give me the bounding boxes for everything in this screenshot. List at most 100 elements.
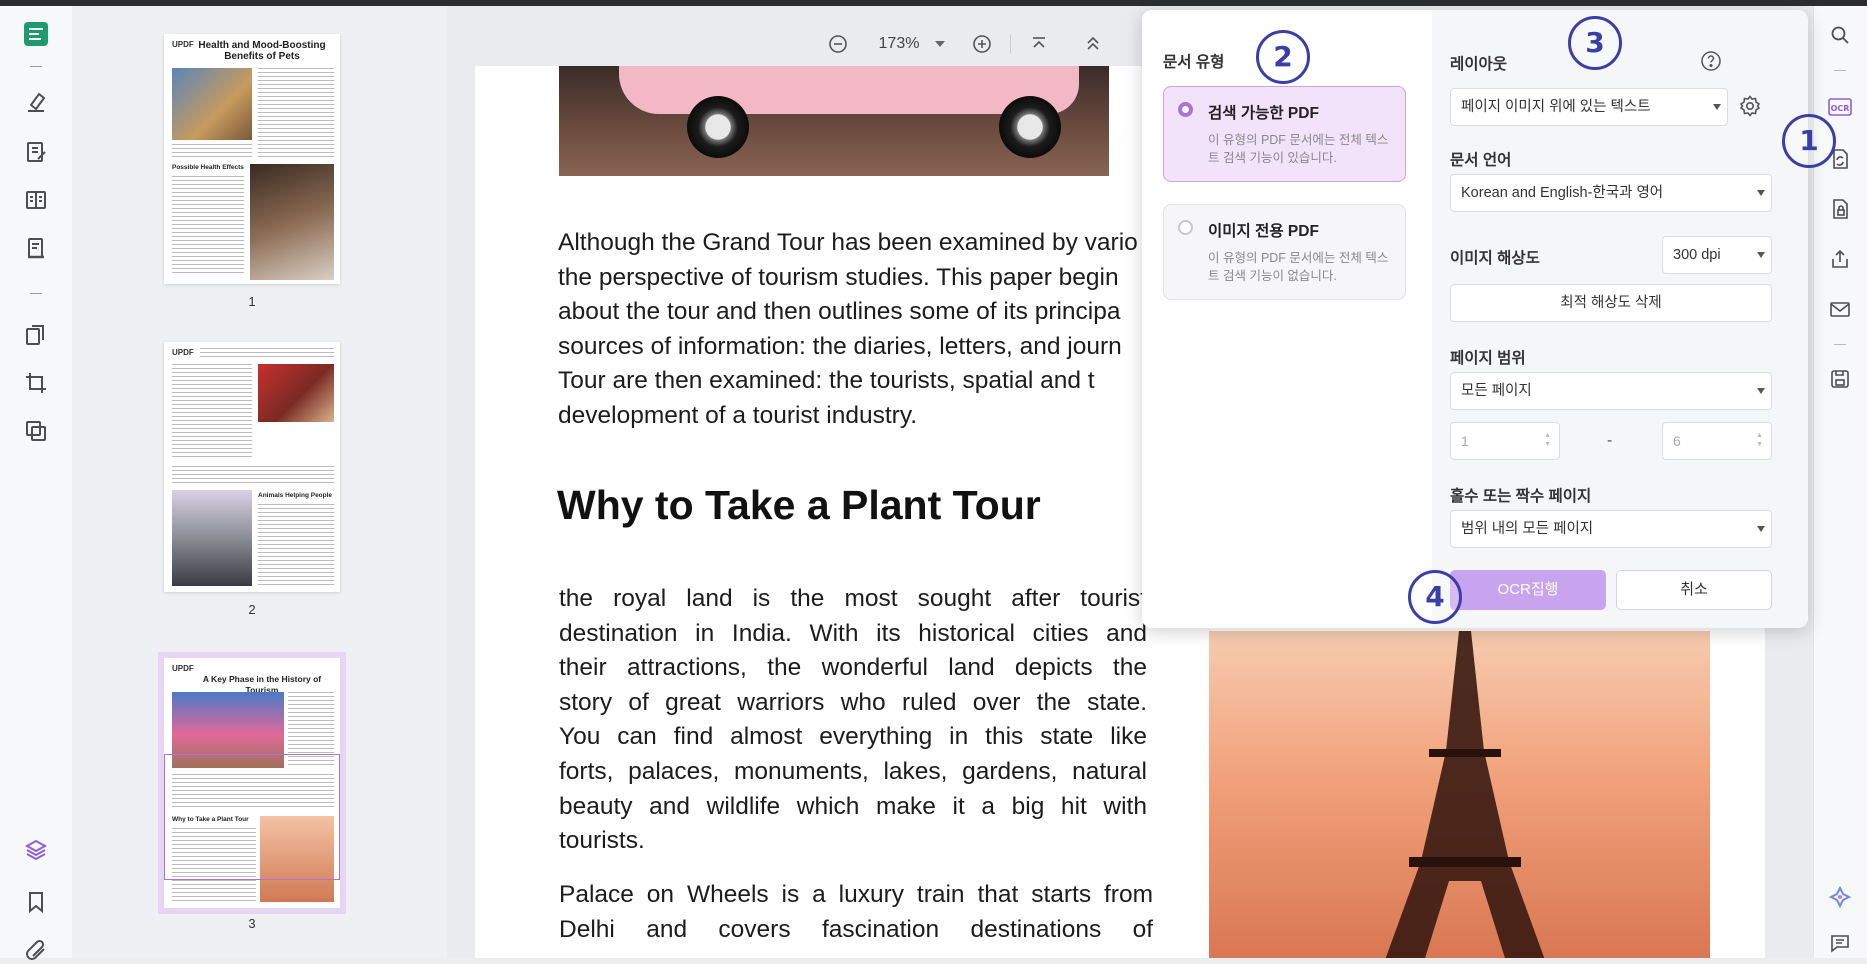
run-ocr-button[interactable]: OCR집행 (1450, 570, 1606, 610)
layout-select[interactable]: 페이지 이미지 위에 있는 텍스트 (1450, 88, 1728, 126)
layout-label: 레이아웃 (1450, 56, 1508, 73)
rail-divider (30, 66, 42, 67)
dog-costume-image (258, 364, 334, 422)
text-block (172, 364, 252, 460)
share-icon[interactable] (1827, 246, 1853, 272)
gear-icon[interactable] (1738, 94, 1762, 123)
viewport-indicator (164, 754, 340, 880)
comment-icon[interactable] (1827, 930, 1853, 956)
cat-image (172, 68, 252, 140)
attachment-icon[interactable] (22, 936, 50, 964)
searchable-pdf-option[interactable]: 검색 가능한 PDF 이 유형의 PDF 문서에는 전체 텍스트 검색 기능이 … (1163, 86, 1406, 182)
text-line: destination in India. With its historica… (559, 619, 1147, 647)
text-block (258, 68, 334, 158)
text-line: story of great warriors who ruled over t… (559, 688, 1147, 716)
radio-button[interactable] (1178, 220, 1193, 235)
zoom-in-button[interactable] (964, 26, 1000, 62)
text-line: Palace on Wheels is a luxury train that … (559, 881, 1153, 908)
paragraph-royal-land: the royal land is the most sought after … (559, 582, 1147, 859)
zoom-level[interactable]: 173% (868, 35, 930, 53)
chevron-down-icon (1757, 388, 1765, 394)
document-language-label: 문서 언어 (1450, 152, 1512, 169)
button-label: 최적 해상도 삭제 (1560, 295, 1662, 311)
image-only-pdf-option[interactable]: 이미지 전용 PDF 이 유형의 PDF 문서에는 전체 텍스트 검색 기능이 … (1163, 204, 1406, 300)
tools-icon[interactable] (22, 417, 50, 445)
page-thumbnail-2[interactable]: UPDF Animals Helping People (164, 342, 340, 592)
thumbnail-subheading: Possible Health Effects (172, 164, 244, 171)
text-block (172, 176, 244, 276)
text-line: Although the Grand Tour has been examine… (558, 229, 1138, 256)
thumbnail-title: Health and Mood-Boosting Benefits of Pet… (198, 40, 326, 62)
range-to-input[interactable]: 6 ▲ ▼ (1662, 422, 1772, 460)
highlighter-icon[interactable] (22, 88, 50, 116)
form-icon[interactable] (22, 186, 50, 214)
resolution-select[interactable]: 300 dpi (1662, 236, 1772, 274)
text-line: the perspective of tourism studies. This… (558, 263, 1119, 291)
rail-divider (1834, 344, 1846, 345)
layout-value: 페이지 이미지 위에 있는 텍스트 (1461, 99, 1651, 115)
text-block (172, 144, 252, 160)
zoom-out-button[interactable] (820, 26, 856, 62)
svg-text:OCR: OCR (1831, 104, 1850, 113)
radio-button-selected[interactable] (1178, 102, 1193, 117)
bookmark-icon[interactable] (22, 888, 50, 916)
rail-divider (1834, 70, 1846, 71)
range-dash: - (1607, 432, 1613, 449)
chevron-down-icon (1757, 252, 1765, 258)
car-wheel (999, 96, 1061, 158)
range-from-input[interactable]: 1 ▲ ▼ (1450, 422, 1560, 460)
page-thumbnail-1[interactable]: UPDF Health and Mood-Boosting Benefits o… (164, 34, 340, 284)
page-number-1: 1 (248, 294, 256, 309)
stepper-arrows-icon[interactable]: ▲ ▼ (1544, 431, 1551, 449)
resolution-value: 300 dpi (1673, 247, 1721, 263)
ai-assistant-icon[interactable] (1827, 884, 1853, 910)
zoom-dropdown-icon[interactable] (930, 26, 950, 62)
sign-icon[interactable] (22, 234, 50, 262)
layers-icon[interactable] (22, 836, 50, 864)
previous-page-button[interactable] (1075, 26, 1111, 62)
image-resolution-label: 이미지 해상도 (1450, 250, 1540, 267)
reader-mode-icon[interactable] (22, 20, 50, 48)
search-icon[interactable] (1827, 22, 1853, 48)
page-range-label: 페이지 범위 (1450, 350, 1526, 367)
ocr-icon[interactable]: OCR (1827, 94, 1853, 120)
callout-marker-3: 3 (1568, 16, 1622, 70)
text-line: the royal land is the most sought after … (559, 585, 1147, 612)
organize-pages-icon[interactable] (22, 321, 50, 349)
cat-flowers-image (172, 490, 252, 586)
text-line: forts, palaces, monuments, lakes, garden… (559, 757, 1147, 785)
text-line: beauty and wildlife which make it a big … (559, 792, 1147, 820)
page-range-select[interactable]: 모든 페이지 (1450, 372, 1772, 410)
paragraph-intro: Although the Grand Tour has been examine… (558, 226, 1138, 434)
option-description: 이 유형의 PDF 문서에는 전체 텍스트 검색 기능이 없습니다. (1208, 251, 1389, 283)
odd-even-label: 홀수 또는 짝수 페이지 (1450, 488, 1592, 505)
save-icon[interactable] (1827, 366, 1853, 392)
thumbnail-panel: UPDF Health and Mood-Boosting Benefits o… (72, 6, 447, 958)
language-select[interactable]: Korean and English-한국과 영어 (1450, 174, 1772, 212)
pink-car-image (559, 66, 1109, 176)
crop-icon[interactable] (22, 369, 50, 397)
cats-image (250, 164, 334, 280)
text-block (258, 504, 334, 588)
first-page-button[interactable] (1021, 26, 1057, 62)
cancel-button[interactable]: 취소 (1616, 570, 1772, 610)
callout-marker-2: 2 (1256, 30, 1310, 84)
range-to-placeholder: 6 (1673, 433, 1681, 449)
text-line: You can find almost everything in this s… (559, 723, 1147, 751)
edit-pdf-icon[interactable] (22, 138, 50, 166)
text-line: development of a tourist industry. (558, 401, 918, 429)
odd-even-select[interactable]: 범위 내의 모든 페이지 (1450, 510, 1772, 548)
detect-optimal-resolution-button[interactable]: 최적 해상도 삭제 (1450, 284, 1772, 322)
stepper-arrows-icon[interactable]: ▲ ▼ (1756, 431, 1763, 449)
help-icon[interactable] (1700, 50, 1722, 77)
thumbnail-logo: UPDF (172, 348, 194, 357)
email-icon[interactable] (1827, 296, 1853, 322)
text-block (172, 466, 334, 486)
ocr-dialog: 문서 유형 검색 가능한 PDF 이 유형의 PDF 문서에는 전체 텍스트 검… (1142, 10, 1808, 628)
page-thumbnail-3[interactable]: UPDF A Key Phase in the History of Touri… (158, 652, 346, 914)
protect-icon[interactable] (1827, 196, 1853, 222)
option-title: 검색 가능한 PDF (1208, 105, 1319, 122)
eiffel-tower-image (1209, 631, 1710, 958)
callout-marker-1: 1 (1782, 114, 1836, 168)
odd-even-value: 범위 내의 모든 페이지 (1461, 521, 1594, 537)
